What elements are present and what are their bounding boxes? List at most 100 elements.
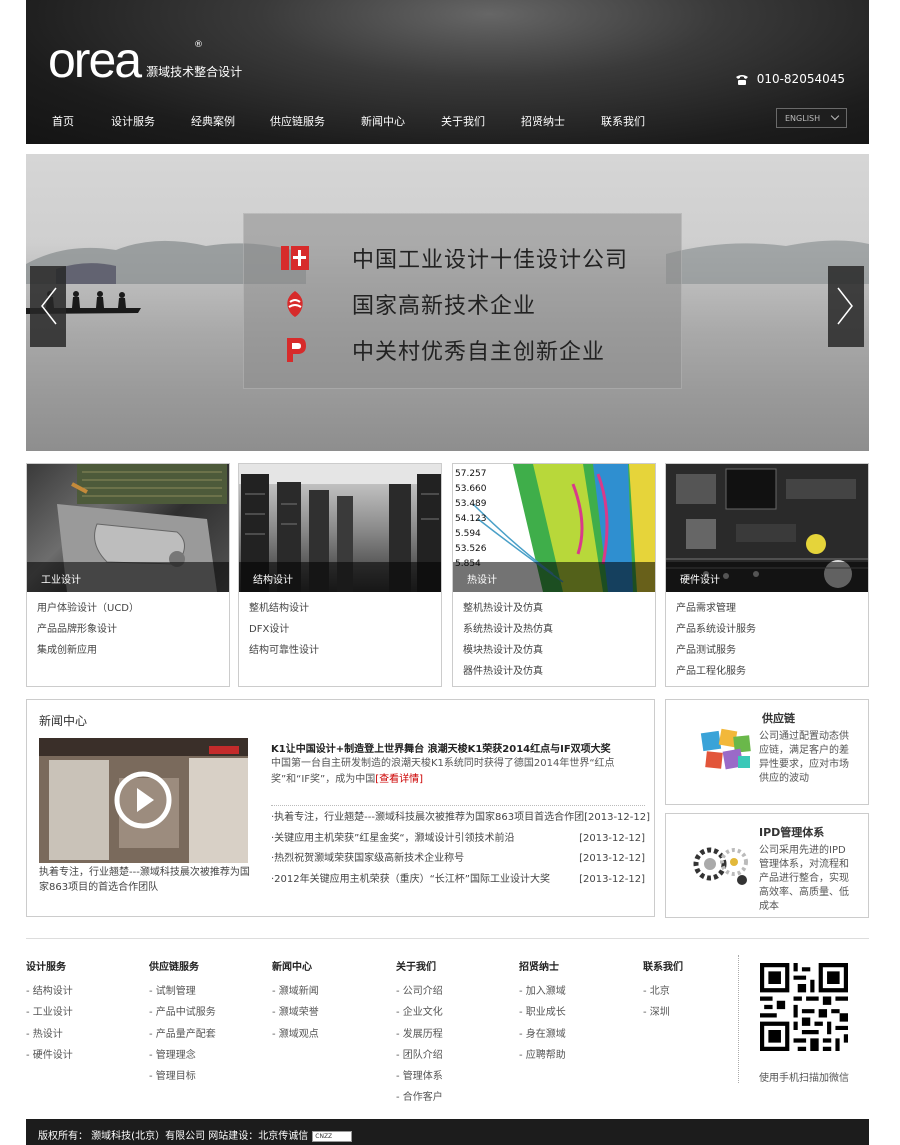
news-video-thumbnail[interactable] <box>39 738 248 863</box>
footer-link[interactable]: - 企业文化 <box>396 1002 443 1023</box>
service-item[interactable]: 结构可靠性设计 <box>249 640 441 661</box>
language-select[interactable]: ENGLISH <box>776 108 847 128</box>
service-item[interactable]: 产品测试服务 <box>676 640 868 661</box>
phone-text: 010-82054045 <box>756 72 845 86</box>
footer-link[interactable]: - 热设计 <box>26 1024 73 1045</box>
service-item[interactable]: 集成创新应用 <box>37 640 229 661</box>
service-item[interactable]: 整机结构设计 <box>249 598 441 619</box>
supply-chain-box[interactable]: 供应链 公司通过配置动态供应链，满足客户的差异性要求，应对市场供应的波动 <box>665 699 869 805</box>
footer-link[interactable]: - 发展历程 <box>396 1024 443 1045</box>
nav-design-services[interactable]: 设计服务 <box>111 113 191 129</box>
wechat-qr-code <box>760 963 848 1051</box>
service-card-industrial[interactable]: 工业设计 用户体验设计（UCD） 产品品牌形象设计 集成创新应用 <box>26 463 230 687</box>
footer-link[interactable]: - 团队介绍 <box>396 1045 443 1066</box>
thermal-design-image: 57.257 53.660 53.489 54.123 5.594 53.526… <box>453 464 655 592</box>
news-item-title[interactable]: ·2012年关键应用主机荣获（重庆）“长江杯”国际工业设计大奖 <box>271 870 550 891</box>
footer-link[interactable]: - 深圳 <box>643 1002 683 1023</box>
footer-column-heading[interactable]: 联系我们 <box>643 958 683 973</box>
service-item[interactable]: 系统热设计及热仿真 <box>463 619 655 640</box>
cnzz-badge[interactable]: CNZZ <box>312 1130 353 1142</box>
news-item-date: [2013-12-12] <box>579 832 645 844</box>
news-item-title[interactable]: ·关键应用主机荣获”红星金奖“，灏域设计引领技术前沿 <box>271 829 515 850</box>
honors-panel: 中国工业设计十佳设计公司 国家高新技术企业 中关村优秀自主创新企业 <box>243 213 682 389</box>
footer-link[interactable]: - 产品量产配套 <box>149 1024 216 1045</box>
news-list-item[interactable]: ·2012年关键应用主机荣获（重庆）“长江杯”国际工业设计大奖 [2013-12-… <box>271 870 645 891</box>
thermal-scale-value: 5.594 <box>455 529 481 539</box>
footer-column: 新闻中心 - 灏域新闻 - 灏域荣誉 - 灏域观点 <box>272 958 319 1045</box>
footer-link[interactable]: - 应聘帮助 <box>519 1045 566 1066</box>
footer-link[interactable]: - 灏域观点 <box>272 1024 319 1045</box>
nav-news[interactable]: 新闻中心 <box>361 113 441 129</box>
footer-link[interactable]: - 公司介绍 <box>396 981 443 1002</box>
phone-number: 010-82054045 <box>735 72 845 86</box>
footer-link[interactable]: - 硬件设计 <box>26 1045 73 1066</box>
service-item[interactable]: 用户体验设计（UCD） <box>37 598 229 619</box>
footer-link[interactable]: - 结构设计 <box>26 981 73 1002</box>
news-item-title[interactable]: ·热烈祝贺灏域荣获国家级高新技术企业称号 <box>271 849 464 870</box>
ipd-box[interactable]: IPD管理体系 公司采用先进的IPD管理体系，对流程和产品进行整合，实现高效率、… <box>665 813 869 918</box>
featured-news-title[interactable]: K1让中国设计+制造登上世界舞台 浪潮天梭K1荣获2014红点与IF双项大奖 <box>271 740 611 755</box>
service-caption: 结构设计 <box>239 562 441 592</box>
service-item[interactable]: DFX设计 <box>249 619 441 640</box>
ipd-text: 公司采用先进的IPD管理体系，对流程和产品进行整合，实现高效率、高质量、低成本 <box>759 845 849 912</box>
service-card-hardware[interactable]: 硬件设计 产品需求管理 产品系统设计服务 产品测试服务 产品工程化服务 <box>665 463 869 687</box>
footer-column: 联系我们 - 北京 - 深圳 <box>643 958 683 1024</box>
service-card-structural[interactable]: 结构设计 整机结构设计 DFX设计 结构可靠性设计 <box>238 463 442 687</box>
read-more-link[interactable]: [查看详情] <box>375 774 423 785</box>
footer-link[interactable]: - 试制管理 <box>149 981 216 1002</box>
honor-row: 中关村优秀自主创新企业 <box>280 334 605 366</box>
service-item[interactable]: 产品工程化服务 <box>676 661 868 682</box>
footer-link[interactable]: - 加入灏域 <box>519 981 566 1002</box>
nav-cases[interactable]: 经典案例 <box>191 113 270 129</box>
qr-caption: 使用手机扫描加微信 <box>759 1073 849 1084</box>
service-card-thermal[interactable]: 57.257 53.660 53.489 54.123 5.594 53.526… <box>452 463 656 687</box>
design-award-icon <box>280 244 310 272</box>
footer-link[interactable]: - 管理理念 <box>149 1045 216 1066</box>
news-list: ·执着专注，行业翘楚---灏域科技晨次被推荐为国家863项目首选合作团 [2013… <box>271 805 650 891</box>
footer-column-heading[interactable]: 供应链服务 <box>149 958 216 973</box>
footer-link[interactable]: - 合作客户 <box>396 1087 443 1108</box>
copyright-text: 版权所有： 灏域科技(北京）有限公司 网站建设：北京传诚信 <box>38 1131 309 1142</box>
service-item[interactable]: 器件热设计及仿真 <box>463 661 655 682</box>
footer-column-heading[interactable]: 新闻中心 <box>272 958 319 973</box>
news-list-item[interactable]: ·热烈祝贺灏域荣获国家级高新技术企业称号 [2013-12-12] <box>271 849 645 870</box>
banner-prev-button[interactable] <box>30 266 66 347</box>
footer-link[interactable]: - 产品中试服务 <box>149 1002 216 1023</box>
footer-column-heading[interactable]: 招贤纳士 <box>519 958 566 973</box>
footer-link[interactable]: - 工业设计 <box>26 1002 73 1023</box>
video-caption[interactable]: 执着专注，行业翘楚---灏域科技晨次被推荐为国家863项目的首选合作团队 <box>39 865 254 895</box>
footer-column-heading[interactable]: 关于我们 <box>396 958 443 973</box>
footer-link[interactable]: - 身在灏域 <box>519 1024 566 1045</box>
honor-row: 中国工业设计十佳设计公司 <box>280 242 628 274</box>
footer-column-heading[interactable]: 设计服务 <box>26 958 73 973</box>
thermal-scale-value: 53.660 <box>455 484 487 494</box>
logo-wordmark: orea <box>48 32 142 88</box>
banner-next-button[interactable] <box>828 266 864 347</box>
logo[interactable]: orea ® 灏域技术整合设计 <box>48 32 242 88</box>
news-list-item[interactable]: ·执着专注，行业翘楚---灏域科技晨次被推荐为国家863项目首选合作团 [2013… <box>271 808 650 829</box>
service-item[interactable]: 产品需求管理 <box>676 598 868 619</box>
news-list-item[interactable]: ·关键应用主机荣获”红星金奖“，灏域设计引领技术前沿 [2013-12-12] <box>271 829 645 850</box>
service-item[interactable]: 产品系统设计服务 <box>676 619 868 640</box>
main-nav: 首页 设计服务 经典案例 供应链服务 新闻中心 关于我们 招贤纳士 联系我们 <box>52 113 661 129</box>
news-item-title[interactable]: ·执着专注，行业翘楚---灏域科技晨次被推荐为国家863项目首选合作团 <box>271 808 584 829</box>
nav-home[interactable]: 首页 <box>52 113 111 129</box>
service-item[interactable]: 整机热设计及仿真 <box>463 598 655 619</box>
footer-link[interactable]: - 灏域荣誉 <box>272 1002 319 1023</box>
news-item-date: [2013-12-12] <box>579 873 645 885</box>
nav-careers[interactable]: 招贤纳士 <box>521 113 601 129</box>
nav-contact[interactable]: 联系我们 <box>601 113 661 129</box>
service-item[interactable]: 产品品牌形象设计 <box>37 619 229 640</box>
footer-link[interactable]: - 灏域新闻 <box>272 981 319 1002</box>
footer-link[interactable]: - 北京 <box>643 981 683 1002</box>
nav-supply-chain[interactable]: 供应链服务 <box>270 113 361 129</box>
supply-chain-cubes-icon <box>700 728 751 770</box>
news-section: 新闻中心 执着专注，行业翘楚---灏域科技晨次被推荐为国家863项目的首选合作团… <box>26 699 655 917</box>
footer-link[interactable]: - 管理体系 <box>396 1066 443 1087</box>
service-item[interactable]: 模块热设计及仿真 <box>463 640 655 661</box>
footer-link[interactable]: - 管理目标 <box>149 1066 216 1087</box>
zgc-logo-icon <box>280 336 310 364</box>
service-caption: 硬件设计 <box>666 562 868 592</box>
footer-link[interactable]: - 职业成长 <box>519 1002 566 1023</box>
nav-about[interactable]: 关于我们 <box>441 113 521 129</box>
